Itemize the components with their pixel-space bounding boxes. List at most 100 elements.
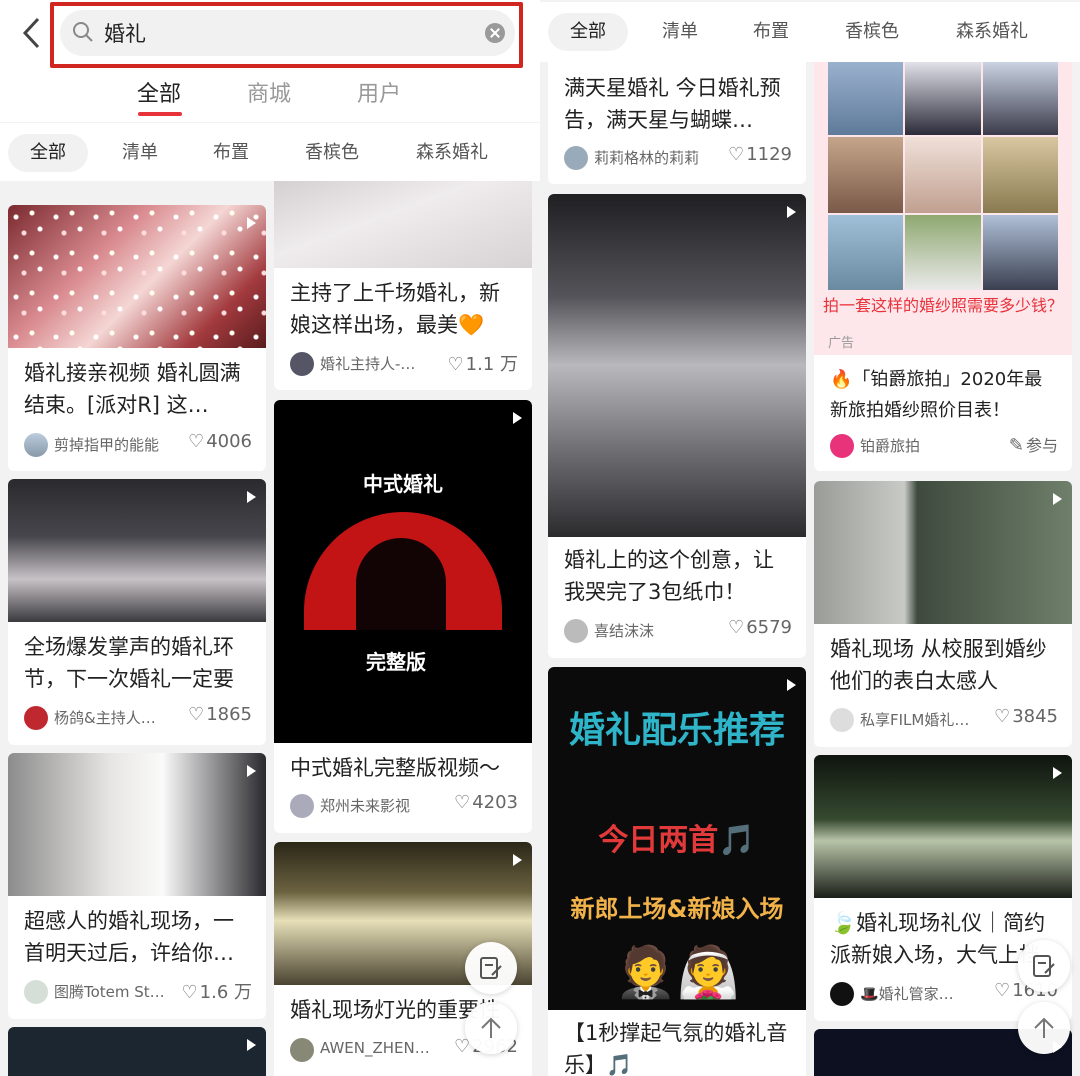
avatar bbox=[290, 794, 314, 818]
author-name[interactable]: 杨鸽&主持人… bbox=[54, 707, 176, 728]
grid-photo bbox=[828, 137, 904, 213]
card-title: 婚礼上的这个创意，让我哭完了3包纸巾！ bbox=[564, 548, 774, 604]
chip-decor[interactable]: 布置 bbox=[753, 13, 789, 51]
back-to-top-button[interactable] bbox=[465, 1002, 517, 1054]
chip-all[interactable]: 全部 bbox=[8, 134, 88, 172]
like-count[interactable]: ♡ 1129 bbox=[728, 144, 792, 165]
couple-silhouette bbox=[356, 538, 446, 630]
card-thumbnail bbox=[8, 205, 266, 348]
thumbnail-caption: 新郎上场&新娘入场 bbox=[570, 895, 784, 923]
author-name[interactable]: 铂爵旅拍 bbox=[860, 435, 970, 456]
grid-photo bbox=[828, 60, 904, 136]
chip-forest-wedding[interactable]: 森系婚礼 bbox=[956, 13, 1028, 51]
participate-icon: ✎ bbox=[1008, 435, 1024, 456]
video-play-icon bbox=[513, 412, 522, 424]
publish-button[interactable] bbox=[1018, 940, 1070, 992]
chip-all[interactable]: 全部 bbox=[548, 13, 628, 51]
video-play-icon bbox=[1053, 767, 1062, 779]
author-name[interactable]: AWEN_ZHEN… bbox=[320, 1039, 430, 1057]
avatar bbox=[24, 706, 48, 730]
author-name[interactable]: 婚礼主持人-… bbox=[320, 353, 430, 374]
grid-photo bbox=[905, 137, 981, 213]
author-name[interactable]: 图腾Totem St… bbox=[54, 981, 174, 1002]
heart-icon: ♡ bbox=[728, 144, 745, 165]
like-count[interactable]: ♡ 1.1 万 bbox=[448, 350, 519, 376]
heart-icon: ♡ bbox=[454, 792, 471, 813]
card-thumbnail bbox=[814, 755, 1072, 898]
left-screen: 婚礼接亲视频 婚礼圆满结束。[派对R] 这… 剪掉指甲的能能 ♡ 4006 全场爆… bbox=[0, 0, 540, 1076]
author-name[interactable]: 郑州未来影视 bbox=[320, 795, 430, 816]
video-play-icon bbox=[787, 206, 796, 218]
card-thumbnail bbox=[8, 1027, 266, 1076]
note-card[interactable]: 婚礼现场 从校服到婚纱 他们的表白太感人 私享FILM婚礼… ♡ 3845 bbox=[814, 481, 1072, 747]
author-name[interactable]: 私享FILM婚礼… bbox=[860, 709, 982, 730]
note-card[interactable]: 全场爆发掌声的婚礼环节，下一次婚礼一定要 杨鸽&主持人… ♡ 1865 bbox=[8, 479, 266, 745]
ad-label: 广告 bbox=[828, 336, 855, 351]
grid-photo bbox=[982, 214, 1058, 290]
back-arrow-icon[interactable] bbox=[18, 16, 48, 50]
grid-photo bbox=[905, 214, 981, 290]
video-play-icon bbox=[513, 854, 522, 866]
chip-list[interactable]: 清单 bbox=[122, 134, 158, 172]
like-count[interactable]: ♡ 6579 bbox=[728, 617, 792, 638]
photo-grid bbox=[828, 60, 1058, 290]
chip-list[interactable]: 清单 bbox=[662, 13, 698, 51]
confetti-dots bbox=[8, 205, 266, 348]
like-count[interactable]: ♡ 4006 bbox=[188, 431, 252, 452]
chip-champagne[interactable]: 香槟色 bbox=[845, 13, 899, 51]
avatar bbox=[564, 146, 588, 170]
search-input[interactable]: 婚礼 bbox=[60, 10, 515, 56]
card-title: 【1秒撑起气氛的婚礼音乐】🎵 bbox=[564, 1021, 788, 1076]
note-card[interactable]: 中式婚礼 完整版 中式婚礼完整版视频～ 郑州未来影视 ♡ 4203 bbox=[274, 400, 532, 833]
like-count[interactable]: ♡ 1.6 万 bbox=[182, 978, 253, 1004]
note-card[interactable]: 婚礼接亲视频 婚礼圆满结束。[派对R] 这… 剪掉指甲的能能 ♡ 4006 bbox=[8, 205, 266, 471]
publish-button[interactable] bbox=[465, 942, 517, 994]
card-thumbnail: 婚礼配乐推荐 今日两首🎵 新郎上场&新娘入场 🤵👰 bbox=[548, 667, 806, 1010]
participate-button[interactable]: ✎ 参与 bbox=[1009, 432, 1058, 456]
back-to-top-button[interactable] bbox=[1018, 1002, 1070, 1054]
heart-icon: ♡ bbox=[188, 431, 205, 452]
tab-all[interactable]: 全部 bbox=[137, 76, 181, 108]
author-name[interactable]: 喜结沫沫 bbox=[594, 620, 704, 641]
like-count[interactable]: ♡ 4203 bbox=[454, 792, 518, 813]
like-count[interactable]: ♡ 1865 bbox=[188, 704, 252, 725]
video-play-icon bbox=[1053, 493, 1062, 505]
video-play-icon bbox=[247, 217, 256, 229]
card-title: 🔥「铂爵旅拍」2020年最新旅拍婚纱照价目表！ bbox=[830, 369, 1043, 421]
thumbnail-caption-top: 中式婚礼 bbox=[363, 472, 443, 496]
search-header: 婚礼 全部 商城 用户 bbox=[0, 0, 540, 122]
search-icon bbox=[73, 22, 93, 42]
card-title: 婚礼现场 从校服到婚纱 他们的表白太感人 bbox=[830, 637, 1047, 693]
author-name[interactable]: 莉莉格林的莉莉 bbox=[594, 147, 722, 168]
groom-bride-emoji: 🤵👰 bbox=[614, 943, 740, 1001]
note-card[interactable]: 婚礼上的这个创意，让我哭完了3包纸巾！ 喜结沫沫 ♡ 6579 bbox=[548, 194, 806, 658]
tab-users[interactable]: 用户 bbox=[357, 76, 401, 108]
avatar bbox=[830, 982, 854, 1006]
edit-note-icon bbox=[1033, 955, 1055, 977]
note-card[interactable] bbox=[8, 1027, 266, 1076]
tab-mall[interactable]: 商城 bbox=[247, 76, 291, 108]
heart-icon: ♡ bbox=[188, 704, 205, 725]
author-name[interactable]: 🎩婚礼管家… bbox=[860, 983, 982, 1004]
like-count[interactable]: ♡ 3845 bbox=[994, 706, 1058, 727]
card-thumbnail bbox=[8, 479, 266, 622]
avatar bbox=[564, 619, 588, 643]
heart-icon: ♡ bbox=[994, 980, 1011, 1001]
video-play-icon bbox=[247, 765, 256, 777]
heart-icon: ♡ bbox=[728, 617, 745, 638]
chip-forest-wedding[interactable]: 森系婚礼 bbox=[416, 134, 488, 172]
note-card[interactable]: 主持了上千场婚礼，新娘这样出场，最美🧡 婚礼主持人-… ♡ 1.1 万 bbox=[274, 150, 532, 390]
avatar bbox=[24, 980, 48, 1004]
grid-photo bbox=[982, 60, 1058, 136]
note-card[interactable]: 超感人的婚礼现场，一首明天过后，许给你… 图腾Totem St… ♡ 1.6 万 bbox=[8, 753, 266, 1019]
heart-icon: ♡ bbox=[447, 354, 464, 375]
ad-card[interactable]: 拍一套这样的婚纱照需要多少钱？ 广告 🔥「铂爵旅拍」2020年最新旅拍婚纱照价目… bbox=[814, 30, 1072, 471]
author-name[interactable]: 剪掉指甲的能能 bbox=[54, 434, 182, 455]
chip-decor[interactable]: 布置 bbox=[213, 134, 249, 172]
card-title: 主持了上千场婚礼，新娘这样出场，最美🧡 bbox=[290, 281, 500, 337]
clear-icon[interactable] bbox=[485, 23, 505, 43]
search-query: 婚礼 bbox=[104, 22, 146, 46]
heart-icon: ♡ bbox=[994, 706, 1011, 727]
note-card[interactable]: 婚礼配乐推荐 今日两首🎵 新郎上场&新娘入场 🤵👰 【1秒撑起气氛的婚礼音乐】🎵 bbox=[548, 667, 806, 1076]
chip-champagne[interactable]: 香槟色 bbox=[305, 134, 359, 172]
